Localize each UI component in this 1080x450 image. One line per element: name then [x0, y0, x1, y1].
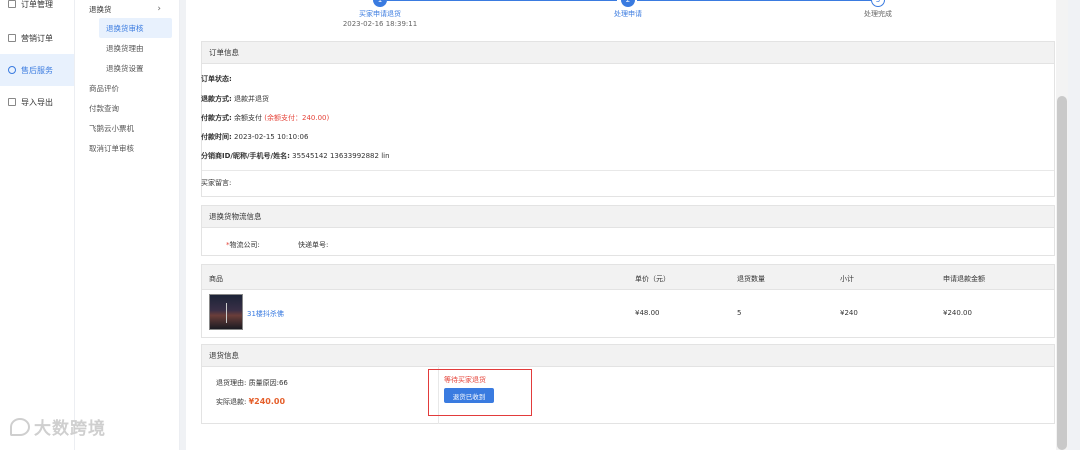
buyer-message-row: 买家留言:	[201, 178, 231, 188]
refund-cell: ¥240.00	[943, 309, 972, 317]
nav-label: 退换货审核	[106, 23, 144, 33]
product-link[interactable]: 31楼抖杀佛	[247, 309, 284, 319]
actual-refund-row: 实际退款: ¥240.00	[216, 397, 285, 407]
price-cell: ¥48.00	[635, 309, 660, 317]
field-label: 退款方式:	[201, 95, 232, 103]
nav-product-reviews[interactable]: 商品评价	[75, 78, 179, 98]
field-value: 2023-02-15 10:10:06	[234, 133, 309, 141]
primary-nav: 订单管理 营销订单 售后服务 导入导出	[0, 0, 75, 450]
nav-payment-query[interactable]: 付款查询	[75, 98, 179, 118]
step-2: 2 处理申请	[568, 0, 688, 19]
field-label: 实际退款:	[216, 398, 247, 406]
nav-import-export[interactable]: 导入导出	[0, 86, 74, 118]
qty-cell: 5	[737, 309, 742, 317]
subtotal-cell: ¥240	[840, 309, 858, 317]
field-label: 买家留言:	[201, 179, 232, 187]
nav-printer[interactable]: 飞鹅云小票机	[75, 118, 179, 138]
field-value: 余额支付	[234, 114, 263, 122]
step-label: 处理完成	[864, 10, 892, 18]
payment-note: (余额支付：240.00)	[264, 114, 330, 122]
return-info-panel: 退货信息	[201, 344, 1055, 424]
step-number: 3	[871, 0, 885, 7]
step-1: 1 买家申请退货 2023-02-16 18:39:11	[320, 0, 440, 28]
column-header: 小计	[840, 275, 854, 283]
table-header: 商品 单价（元） 退货数量 小计 申请退款金额	[201, 264, 1055, 290]
panel-title: 退换货物流信息	[202, 206, 1054, 228]
step-label: 处理申请	[614, 10, 642, 18]
confirm-received-button[interactable]: 退货已收到	[444, 388, 494, 403]
nav-label: 订单管理	[21, 0, 53, 9]
logistics-company-row: *物流公司:	[226, 240, 260, 250]
main-content: 1 买家申请退货 2023-02-16 18:39:11 2 处理申请 3 处理…	[186, 0, 1068, 450]
distributor-row: 分销商ID/昵称/手机号/姓名: 35545142 13633992882 li…	[201, 151, 390, 161]
field-value: 35545142 13633992882 lin	[292, 152, 390, 160]
field-label: 快递单号:	[298, 241, 329, 249]
nav-after-sales[interactable]: 售后服务	[0, 54, 74, 86]
nav-label: 飞鹅云小票机	[89, 123, 134, 133]
step-time: 2023-02-16 18:39:11	[342, 20, 418, 28]
chevron-right-icon: ›	[157, 4, 161, 14]
return-reason-row: 退货理由: 质量原因:66	[216, 378, 288, 388]
panel-title: 退货信息	[202, 345, 1054, 367]
column-header: 申请退款金额	[943, 275, 985, 283]
step-label: 买家申请退货	[359, 10, 401, 18]
nav-label: 商品评价	[89, 83, 119, 93]
divider	[202, 170, 1054, 171]
nav-label: 付款查询	[89, 103, 119, 113]
column-header: 单价（元）	[635, 275, 670, 283]
return-status-text: 等待买家退货	[444, 376, 486, 384]
step-3: 3 处理完成	[818, 0, 938, 19]
scrollbar[interactable]	[1056, 0, 1068, 450]
payment-method-row: 付款方式: 余额支付 (余额支付：240.00)	[201, 113, 329, 123]
field-label: 分销商ID/昵称/手机号/姓名:	[201, 152, 290, 160]
field-label: 付款时间:	[201, 133, 232, 141]
nav-order-management[interactable]: 订单管理	[0, 0, 74, 12]
nav-label: 售后服务	[21, 65, 53, 75]
field-value: 退款并退货	[234, 95, 270, 103]
document-icon	[8, 34, 16, 42]
column-header: 退货数量	[737, 275, 765, 283]
field-label: 退货理由:	[216, 379, 247, 387]
chat-bubble-icon	[10, 417, 30, 436]
nav-return-review[interactable]: 退换货审核	[99, 18, 172, 38]
service-icon	[8, 66, 16, 74]
logistics-panel: 退换货物流信息	[201, 205, 1055, 256]
nav-label: 退换货设置	[106, 63, 144, 73]
refund-method-row: 退款方式: 退款并退货	[201, 94, 269, 104]
nav-label: 取消订单审核	[89, 143, 134, 153]
secondary-nav: 退换货 › 退换货审核 退换货理由 退换货设置 商品评价 付款查询 飞鹅云小票机…	[75, 0, 180, 450]
field-label: 订单状态:	[201, 75, 232, 83]
tracking-row: 快递单号:	[298, 240, 328, 250]
table-row: 31楼抖杀佛 ¥48.00 5 ¥240 ¥240.00	[201, 290, 1055, 338]
panel-title: 订单信息	[202, 42, 1054, 64]
nav-return-settings[interactable]: 退换货设置	[75, 58, 179, 78]
nav-group-label: 退换货	[89, 4, 112, 14]
payment-time-row: 付款时间: 2023-02-15 10:10:06	[201, 132, 308, 142]
actual-refund-amount: ¥240.00	[248, 397, 286, 406]
step-number: 1	[373, 0, 387, 7]
document-icon	[8, 0, 16, 8]
nav-label: 营销订单	[21, 33, 53, 43]
progress-steps: 1 买家申请退货 2023-02-16 18:39:11 2 处理申请 3 处理…	[186, 0, 1068, 36]
field-label: 物流公司:	[229, 241, 260, 249]
column-header: 商品	[209, 275, 223, 283]
nav-marketing-orders[interactable]: 营销订单	[0, 22, 74, 54]
nav-cancel-review[interactable]: 取消订单审核	[75, 138, 179, 158]
field-value: 质量原因:66	[248, 379, 288, 387]
field-label: 付款方式:	[201, 114, 232, 122]
watermark-text: 大数跨境	[34, 419, 106, 439]
scrollbar-thumb[interactable]	[1057, 96, 1067, 450]
import-icon	[8, 98, 16, 106]
step-number: 2	[621, 0, 635, 7]
nav-group-returns[interactable]: 退换货 ›	[75, 0, 179, 18]
watermark: 大数跨境	[10, 414, 106, 439]
nav-label: 退换货理由	[106, 43, 144, 53]
nav-return-reasons[interactable]: 退换货理由	[75, 38, 179, 58]
order-status-row: 订单状态:	[201, 74, 232, 84]
nav-label: 导入导出	[21, 97, 53, 107]
product-thumbnail[interactable]	[209, 294, 243, 330]
